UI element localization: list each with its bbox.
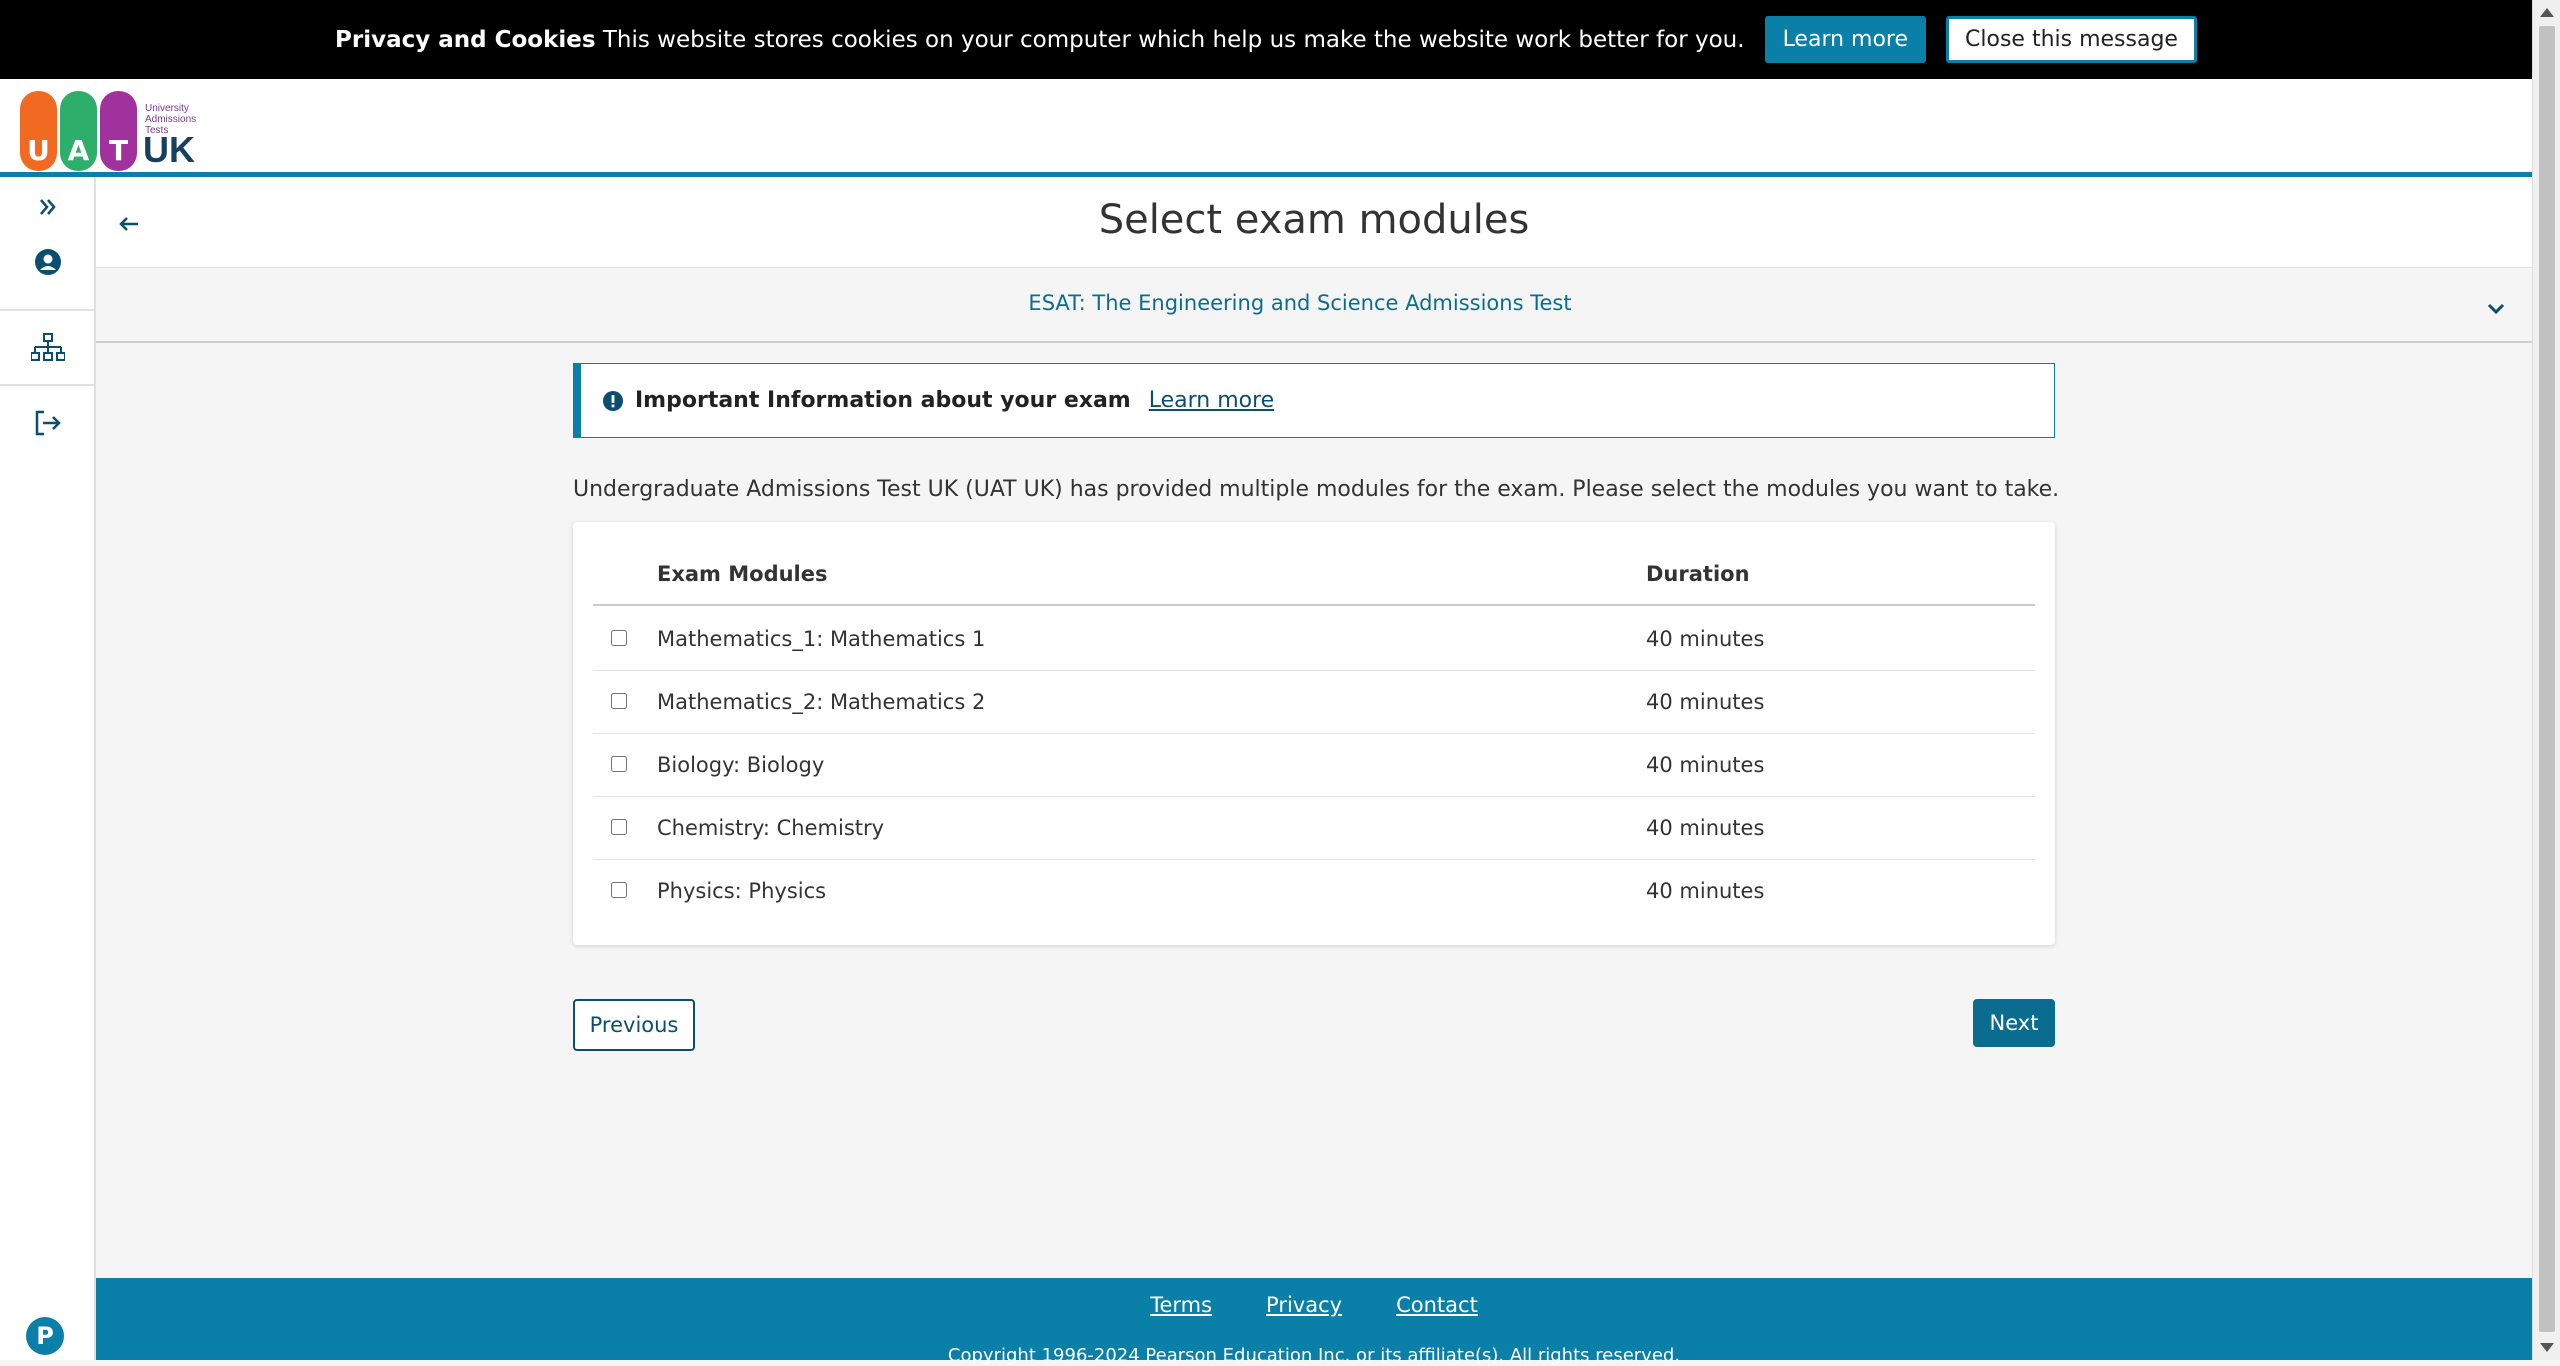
- scroll-thumb[interactable]: [2539, 26, 2555, 1332]
- chevron-down-icon[interactable]: [2484, 296, 2508, 320]
- module-checkbox[interactable]: [611, 819, 627, 835]
- footer-contact-link[interactable]: Contact: [1396, 1293, 1478, 1317]
- footer-privacy-link[interactable]: Privacy: [1266, 1293, 1342, 1317]
- user-icon: [35, 249, 61, 275]
- page-title: Select exam modules: [1098, 197, 1530, 243]
- sidebar-divider: [0, 309, 96, 311]
- sidebar-logout-button[interactable]: [0, 393, 96, 453]
- scroll-down-arrow-icon[interactable]: [2540, 1343, 2554, 1352]
- modules-table: Exam Modules Duration Mathematics_1: Mat…: [573, 522, 2055, 945]
- module-name: Chemistry: Chemistry: [657, 816, 885, 840]
- table-row: Mathematics_2: Mathematics 2 40 minutes: [593, 671, 2035, 734]
- logout-icon: [35, 410, 61, 436]
- intro-text: Undergraduate Admissions Test UK (UAT UK…: [573, 477, 2060, 502]
- table-header: Exam Modules Duration: [593, 546, 2035, 606]
- title-row: Select exam modules: [96, 177, 2532, 267]
- cookie-message: Privacy and Cookies This website stores …: [335, 27, 1745, 53]
- module-duration: 40 minutes: [1646, 753, 1765, 777]
- module-name: Biology: Biology: [657, 753, 825, 777]
- module-duration: 40 minutes: [1646, 816, 1765, 840]
- module-checkbox[interactable]: [611, 756, 627, 772]
- module-name: Mathematics_2: Mathematics 2: [657, 690, 986, 714]
- exam-selector[interactable]: ESAT: The Engineering and Science Admiss…: [96, 267, 2532, 343]
- copyright-text: Copyright 1996-2024 Pearson Education In…: [947, 1345, 1681, 1366]
- pearson-logo[interactable]: P: [26, 1317, 64, 1355]
- module-name: Mathematics_1: Mathematics 1: [657, 627, 986, 651]
- module-duration: 40 minutes: [1646, 690, 1765, 714]
- table-row: Physics: Physics 40 minutes: [593, 860, 2035, 923]
- cookie-banner: Privacy and Cookies This website stores …: [0, 0, 2532, 79]
- scroll-up-arrow-icon[interactable]: [2540, 8, 2554, 17]
- cookie-title: Privacy and Cookies: [335, 26, 596, 53]
- module-checkbox[interactable]: [611, 630, 627, 646]
- page-scrollbar[interactable]: [2532, 0, 2560, 1360]
- previous-button[interactable]: Previous: [573, 999, 695, 1051]
- info-learn-more-link[interactable]: Learn more: [1149, 388, 1274, 413]
- cookie-close-button[interactable]: Close this message: [1946, 16, 2197, 63]
- exam-name: ESAT: The Engineering and Science Admiss…: [1028, 291, 1572, 315]
- header-duration: Duration: [1646, 562, 1750, 586]
- footer-links: Terms Privacy Contact: [96, 1293, 2532, 1317]
- next-button[interactable]: Next: [1973, 999, 2055, 1047]
- table-row: Biology: Biology 40 minutes: [593, 734, 2035, 797]
- sidebar: P: [0, 177, 96, 1360]
- site-header: U A T University Admissions Tests UK: [0, 79, 2532, 177]
- table-row: Mathematics_1: Mathematics 1 40 minutes: [593, 608, 2035, 671]
- sidebar-profile-button[interactable]: [0, 232, 96, 292]
- main-content: Select exam modules ESAT: The Engineerin…: [96, 177, 2532, 1278]
- info-title: Important Information about your exam: [635, 388, 1131, 413]
- module-duration: 40 minutes: [1646, 879, 1765, 903]
- module-checkbox[interactable]: [611, 693, 627, 709]
- sidebar-divider: [0, 384, 96, 386]
- cookie-learn-more-button[interactable]: Learn more: [1764, 16, 1927, 63]
- site-footer: Terms Privacy Contact Copyright 1996-202…: [96, 1278, 2532, 1366]
- footer-terms-link[interactable]: Terms: [1150, 1293, 1212, 1317]
- logo-uk-text: UK: [143, 129, 195, 170]
- cookie-text: This website stores cookies on your comp…: [602, 26, 1745, 53]
- module-checkbox[interactable]: [611, 882, 627, 898]
- logo-letter-a: A: [60, 91, 97, 171]
- uat-uk-logo[interactable]: U A T University Admissions Tests UK: [20, 85, 210, 171]
- sidebar-sitemap-button[interactable]: [0, 318, 96, 378]
- logo-letter-t: T: [100, 91, 137, 171]
- module-duration: 40 minutes: [1646, 627, 1765, 651]
- sitemap-icon: [31, 333, 65, 361]
- sidebar-expand-button[interactable]: [0, 177, 96, 237]
- module-name: Physics: Physics: [657, 879, 827, 903]
- table-row: Chemistry: Chemistry 40 minutes: [593, 797, 2035, 860]
- header-exam-modules: Exam Modules: [657, 562, 828, 586]
- double-chevron-right-icon: [40, 199, 56, 215]
- info-callout: Important Information about your exam Le…: [573, 363, 2055, 438]
- info-icon: [603, 390, 623, 411]
- logo-letter-u: U: [20, 91, 57, 171]
